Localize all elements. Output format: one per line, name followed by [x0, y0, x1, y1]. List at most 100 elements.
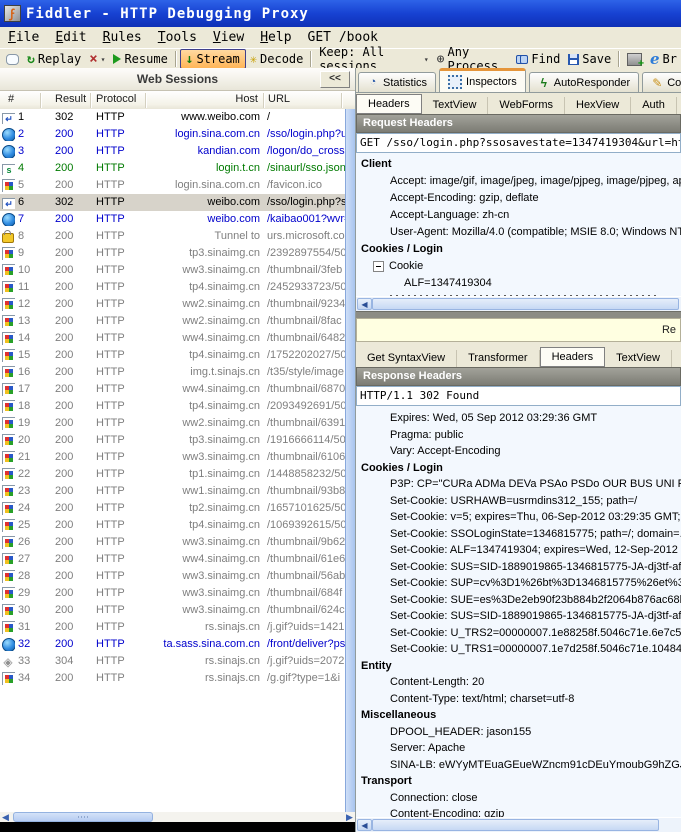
table-row[interactable]: 10200HTTPww3.sinaimg.cn/thumbnail/3feb — [0, 262, 346, 279]
table-row[interactable]: 25200HTTPtp4.sinaimg.cn/1069392615/50 — [0, 517, 346, 534]
table-row[interactable]: ↵1302HTTPwww.weibo.com/ — [0, 109, 346, 126]
transform-notice-bar[interactable]: Re — [356, 318, 681, 342]
scroll-left-icon[interactable]: ◀ — [357, 298, 372, 310]
table-row[interactable]: 26200HTTPww3.sinaimg.cn/thumbnail/9b62 — [0, 534, 346, 551]
request-horizontal-scrollbar[interactable]: ◀ — [356, 296, 681, 311]
tab-headers[interactable]: Headers — [356, 94, 422, 114]
save-button[interactable]: Save — [564, 50, 615, 68]
menu-item-help[interactable]: Help — [252, 28, 299, 47]
table-row[interactable]: 13200HTTPww2.sinaimg.cn/thumbnail/8fac — [0, 313, 346, 330]
table-row[interactable]: 7200HTTPweibo.com/kaibao001?wvr= — [0, 211, 346, 228]
tab-auth[interactable]: Auth — [631, 97, 677, 114]
tab-get-syntaxview[interactable]: Get SyntaxView — [356, 350, 457, 367]
scroll-right-icon[interactable]: ▶ — [344, 812, 355, 822]
tab-statistics[interactable]: ◔Statistics — [358, 72, 436, 92]
column-separator[interactable] — [263, 93, 265, 108]
table-row[interactable]: 31200HTTPrs.sinajs.cn/j.gif?uids=1421 — [0, 619, 346, 636]
session-vertical-scrollbar[interactable] — [345, 109, 355, 812]
table-row[interactable]: ◈33304HTTPrs.sinajs.cn/j.gif?uids=2072 — [0, 653, 346, 670]
table-row[interactable]: 21200HTTPww3.sinaimg.cn/thumbnail/6106 — [0, 449, 346, 466]
tab-comp[interactable]: ✎Comp — [642, 72, 681, 92]
table-row[interactable]: 28200HTTPww3.sinaimg.cn/thumbnail/56ab — [0, 568, 346, 585]
save-label: Save — [582, 52, 611, 66]
header-line: Content-Type: text/html; charset=utf-8 — [356, 691, 681, 708]
icon-lock — [2, 233, 14, 243]
response-status-line: HTTP/1.1 302 Found — [356, 386, 681, 406]
menu-item-edit[interactable]: Edit — [47, 28, 94, 47]
table-row[interactable]: 20200HTTPtp3.sinaimg.cn/1916666114/50 — [0, 432, 346, 449]
table-row[interactable]: 17200HTTPww4.sinaimg.cn/thumbnail/6870 — [0, 381, 346, 398]
table-row[interactable]: 27200HTTPww4.sinaimg.cn/thumbnail/61e6 — [0, 551, 346, 568]
browse-button[interactable]: e Br — [646, 50, 681, 68]
tab-c[interactable]: C — [677, 97, 681, 114]
table-row[interactable]: 34200HTTPrs.sinajs.cn/g.gif?type=1&i — [0, 670, 346, 687]
table-row[interactable]: 32200HTTPta.sass.sina.com.cn/front/deliv… — [0, 636, 346, 653]
remove-button[interactable]: × ▾ — [85, 50, 109, 68]
column-result[interactable]: Result — [55, 93, 86, 105]
table-row[interactable]: 18200HTTPtp4.sinaimg.cn/2093492691/50 — [0, 398, 346, 415]
scrollbar-thumb[interactable] — [13, 812, 153, 822]
session-column-header[interactable]: # Result Protocol Host URL — [0, 91, 355, 111]
tab-autoresponder[interactable]: ϟAutoResponder — [529, 72, 639, 92]
table-row[interactable]: 19200HTTPww2.sinaimg.cn/thumbnail/6391 — [0, 415, 346, 432]
resume-button[interactable]: Resume — [109, 50, 171, 68]
table-row[interactable]: 24200HTTPtp2.sinaimg.cn/1657101625/50 — [0, 500, 346, 517]
replay-button[interactable]: ↻ Replay — [23, 50, 85, 68]
header-line: P3P: CP="CURa ADMa DEVa PSAo PSDo OUR BU… — [356, 476, 681, 493]
scrollbar-thumb[interactable] — [372, 298, 679, 310]
table-row[interactable]: 22200HTTPtp1.sinaimg.cn/1448858232/50 — [0, 466, 346, 483]
column-separator[interactable] — [90, 93, 92, 108]
tab-inspectors[interactable]: Inspectors — [439, 68, 526, 93]
header-line: Content-Length: 20 — [356, 674, 681, 691]
table-row[interactable]: ↵6302HTTPweibo.com/sso/login.php?s — [0, 194, 346, 211]
find-button[interactable]: Find — [512, 50, 564, 68]
collapse-toggle-icon[interactable] — [373, 261, 384, 272]
keep-sessions-dropdown[interactable]: Keep: All sessions ▾ — [315, 50, 432, 68]
table-row[interactable]: 16200HTTPimg.t.sinajs.cn/t35/style/image — [0, 364, 346, 381]
table-row[interactable]: 3200HTTPkandian.com/logon/do_cross — [0, 143, 346, 160]
collapse-panel-button[interactable]: << — [320, 71, 350, 88]
comment-button[interactable] — [2, 50, 23, 68]
table-row[interactable]: s4200HTTPlogin.t.cn/sinaurl/sso.json — [0, 160, 346, 177]
table-row[interactable]: 15200HTTPtp4.sinaimg.cn/1752202027/50 — [0, 347, 346, 364]
scroll-left-icon[interactable]: ◀ — [357, 819, 372, 831]
icon-image — [2, 553, 15, 566]
scrollbar-thumb[interactable] — [372, 819, 659, 831]
request-response-splitter[interactable] — [356, 311, 681, 318]
tab-textview[interactable]: TextView — [422, 97, 489, 114]
table-row[interactable]: 29200HTTPww3.sinaimg.cn/thumbnail/684f — [0, 585, 346, 602]
column-separator[interactable] — [40, 93, 42, 108]
tab-transformer[interactable]: Transformer — [457, 350, 540, 367]
screenshot-button[interactable] — [623, 50, 646, 68]
menu-item-rules[interactable]: Rules — [95, 28, 150, 47]
quickexec-box[interactable] — [0, 822, 355, 832]
table-row[interactable]: 14200HTTPww4.sinaimg.cn/thumbnail/6482 — [0, 330, 346, 347]
column-separator[interactable] — [341, 93, 343, 108]
tab-webforms[interactable]: WebForms — [488, 97, 565, 114]
column-separator[interactable] — [145, 93, 147, 108]
table-row[interactable]: 11200HTTPtp4.sinaimg.cn/2452933723/50 — [0, 279, 346, 296]
column-number[interactable]: # — [8, 93, 14, 105]
table-row[interactable]: 8200HTTPTunnel tours.microsoft.co — [0, 228, 346, 245]
tab-textview[interactable]: TextView — [605, 350, 672, 367]
decode-button[interactable]: ✳ Decode — [246, 50, 308, 68]
any-process-button[interactable]: ⊕ Any Process — [433, 50, 513, 68]
menu-item-view[interactable]: View — [205, 28, 252, 47]
tab-im[interactable]: Im — [672, 350, 681, 367]
table-row[interactable]: 5200HTTPlogin.sina.com.cn/favicon.ico — [0, 177, 346, 194]
tab-hexview[interactable]: HexView — [565, 97, 631, 114]
table-row[interactable]: 23200HTTPww1.sinaimg.cn/thumbnail/93b8 — [0, 483, 346, 500]
response-horizontal-scrollbar[interactable]: ◀ — [356, 817, 681, 832]
table-row[interactable]: 12200HTTPww2.sinaimg.cn/thumbnail/9234 — [0, 296, 346, 313]
column-host[interactable]: Host — [128, 93, 258, 105]
table-row[interactable]: 30200HTTPww3.sinaimg.cn/thumbnail/624c — [0, 602, 346, 619]
tab-headers[interactable]: Headers — [540, 347, 606, 367]
session-horizontal-scrollbar[interactable]: ◀ ▶ — [0, 812, 355, 822]
menu-item-tools[interactable]: Tools — [150, 28, 205, 47]
stream-button[interactable]: ↓ Stream — [180, 49, 246, 69]
menu-item-file[interactable]: File — [0, 28, 47, 47]
table-row[interactable]: 2200HTTPlogin.sina.com.cn/sso/login.php?… — [0, 126, 346, 143]
table-row[interactable]: 9200HTTPtp3.sinaimg.cn/2392897554/50 — [0, 245, 346, 262]
column-url[interactable]: URL — [268, 93, 290, 105]
scroll-left-icon[interactable]: ◀ — [0, 812, 11, 822]
